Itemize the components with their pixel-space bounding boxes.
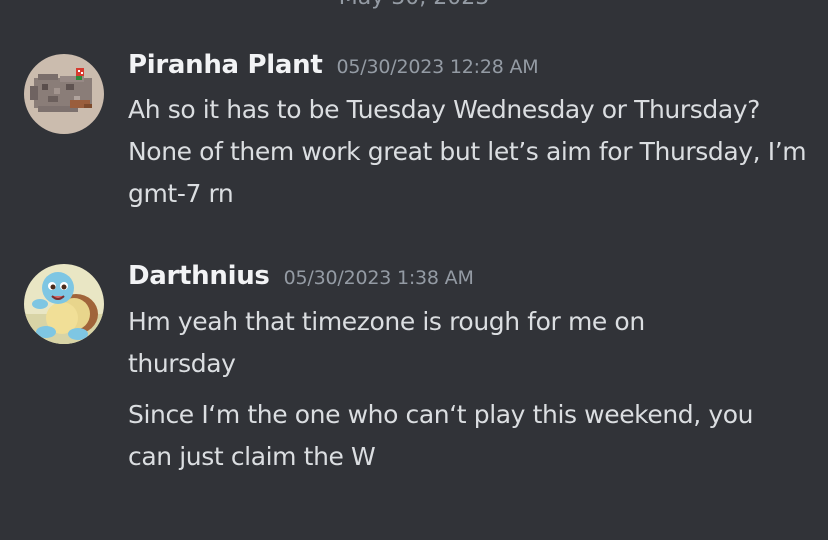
message-header: Darthnius 05/30/2023 1:38 AM (128, 261, 474, 291)
username[interactable]: Darthnius (128, 261, 270, 291)
user-avatar[interactable] (24, 264, 104, 344)
timestamp[interactable]: 05/30/2023 1:38 AM (284, 267, 474, 289)
message-group: Darthnius 05/30/2023 1:38 AM Hm yeah that… (0, 0, 828, 540)
squirtle-icon (24, 264, 104, 344)
message-content: Hm yeah that timezone is rough for me on… (128, 307, 645, 378)
message-content: Since I‘m the one who can‘t play this we… (128, 400, 754, 471)
